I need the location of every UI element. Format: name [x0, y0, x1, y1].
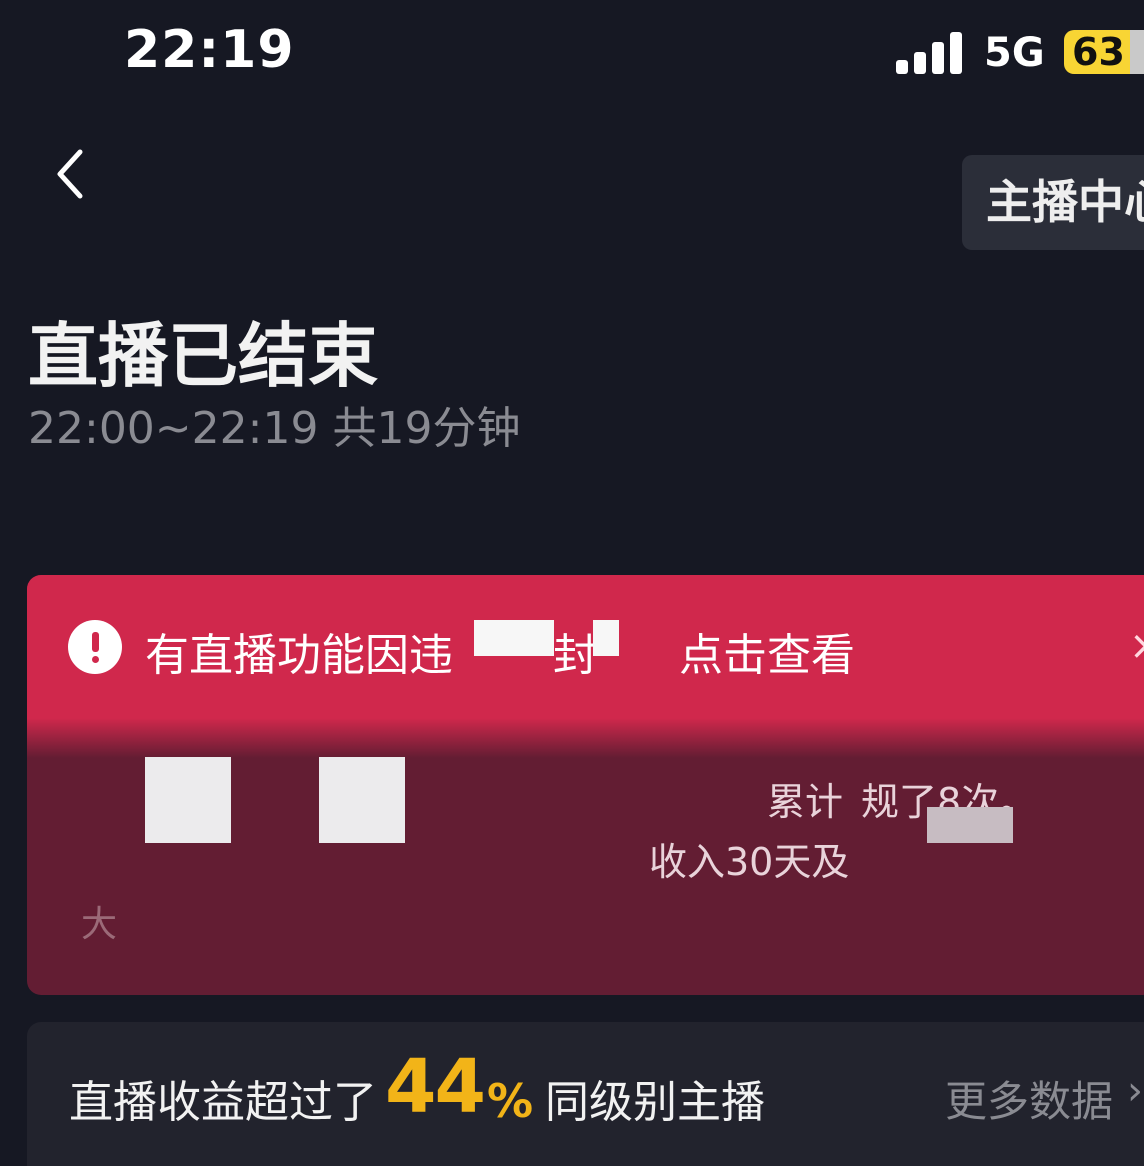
revenue-prefix: 直播收益超过了: [69, 1077, 377, 1128]
violation-notice-card[interactable]: 有直播功能因违封 点击查看 × 累计 规了8次。 收入30天及 大: [27, 575, 1144, 995]
redaction-mask: [593, 620, 619, 656]
redaction-mask: [145, 757, 231, 843]
violation-detail-text: 收入30天及: [649, 840, 850, 884]
more-data-link[interactable]: 更多数据: [945, 1068, 1113, 1129]
close-icon[interactable]: ×: [1129, 623, 1144, 669]
back-arrow-icon[interactable]: [52, 146, 92, 202]
revenue-suffix: 同级别主播: [545, 1077, 765, 1128]
warning-icon: [68, 620, 122, 674]
page-title: 直播已结束: [28, 315, 378, 397]
status-time: 22:19: [124, 20, 295, 80]
redaction-mask: [927, 807, 1013, 843]
network-type: 5G: [984, 30, 1045, 76]
revenue-percent: 44: [385, 1044, 486, 1130]
anchor-center-button[interactable]: 主播中心: [962, 155, 1144, 250]
violation-detail-text: 累计: [767, 780, 844, 824]
signal-icon: [896, 32, 964, 74]
battery-level: 63: [1072, 30, 1125, 74]
percent-sign: %: [487, 1074, 534, 1128]
violation-notice-header[interactable]: 有直播功能因违封 点击查看 ×: [27, 575, 1144, 758]
violation-detail-text: 大: [81, 904, 118, 945]
redaction-mask: [319, 757, 405, 843]
redaction-mask: [474, 620, 554, 656]
battery-icon: 63: [1064, 30, 1144, 74]
view-details-link[interactable]: 点击查看: [679, 619, 855, 683]
revenue-summary[interactable]: 直播收益超过了 44 % 同级别主播 更多数据 ›: [27, 1022, 1144, 1166]
chevron-right-icon[interactable]: ›: [1127, 1068, 1143, 1114]
live-duration: 22:00~22:19 共19分钟: [28, 403, 521, 454]
